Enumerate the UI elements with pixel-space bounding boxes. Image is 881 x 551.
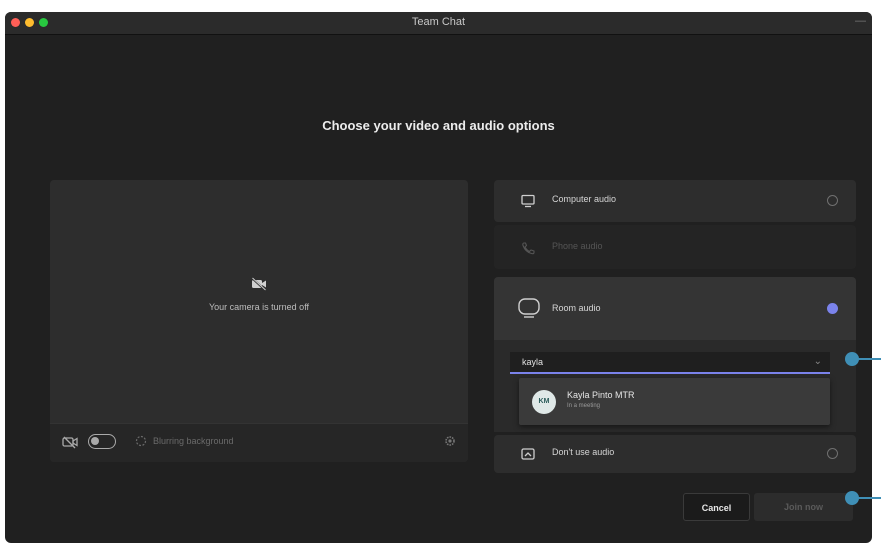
cancel-button[interactable]: Cancel — [683, 493, 750, 521]
room-device-icon — [518, 298, 540, 318]
phone-audio-label: Phone audio — [552, 241, 603, 251]
blur-icon[interactable] — [135, 435, 147, 447]
suggestion-status: In a meeting — [567, 403, 601, 409]
window-title: Team Chat — [411, 16, 466, 28]
phone-audio-option: Phone audio — [494, 225, 856, 269]
room-suggestion[interactable]: KM Kayla Pinto MTR In a meeting — [519, 378, 830, 425]
camera-toggle[interactable] — [88, 434, 116, 449]
no-audio-radio[interactable] — [827, 448, 838, 459]
camera-icon[interactable] — [62, 435, 78, 449]
video-preview: Your camera is turned off Blurring backg… — [50, 180, 468, 462]
computer-audio-label: Computer audio — [552, 194, 617, 204]
window-menu-icon[interactable]: — — [855, 15, 866, 27]
callout-dot-room-search — [845, 352, 859, 366]
no-audio-option[interactable]: Don't use audio — [494, 435, 856, 473]
speaker-off-icon — [521, 448, 535, 460]
chevron-down-icon[interactable]: ⌄ — [814, 356, 822, 367]
blur-label: Blurring background — [153, 436, 234, 446]
gear-icon[interactable] — [444, 435, 456, 447]
room-search-input[interactable]: kayla ⌄ — [510, 352, 830, 374]
room-audio-label: Room audio — [552, 303, 601, 313]
avatar: KM — [532, 390, 556, 414]
room-search-value: kayla — [522, 357, 544, 367]
no-audio-label: Don't use audio — [552, 447, 615, 457]
computer-audio-radio[interactable] — [827, 195, 838, 206]
room-audio-option[interactable]: Room audio — [494, 277, 856, 340]
title-bar: Team Chat — — [5, 12, 872, 35]
phone-icon — [522, 242, 535, 255]
toggle-knob — [91, 437, 99, 445]
camera-off-message: Your camera is turned off — [208, 302, 310, 312]
join-now-button[interactable]: Join now — [754, 493, 853, 521]
camera-off-icon — [251, 277, 266, 291]
computer-audio-option[interactable]: Computer audio — [494, 180, 856, 222]
suggestion-name: Kayla Pinto MTR — [567, 390, 635, 400]
preview-toolbar: Blurring background — [50, 423, 468, 462]
app-window: Team Chat — Choose your video and audio … — [5, 12, 872, 543]
room-audio-radio[interactable] — [827, 303, 838, 314]
monitor-icon — [521, 194, 535, 208]
room-search-panel: kayla ⌄ KM Kayla Pinto MTR In a meeting — [494, 340, 856, 432]
callout-dot-join — [845, 491, 859, 505]
page-heading: Choose your video and audio options — [322, 118, 555, 133]
